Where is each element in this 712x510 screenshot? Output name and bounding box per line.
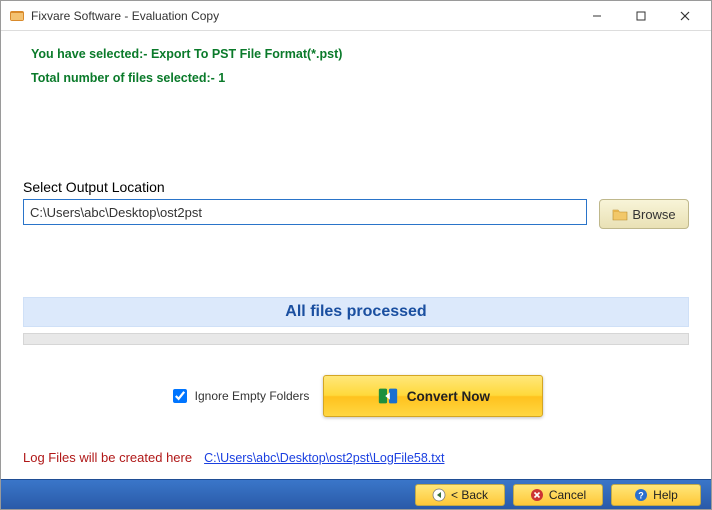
- selected-format-text: You have selected:- Export To PST File F…: [31, 47, 689, 61]
- status-message: All files processed: [23, 297, 689, 327]
- close-icon: [680, 11, 690, 21]
- progress-bar: [23, 333, 689, 345]
- log-file-link[interactable]: C:\Users\abc\Desktop\ost2pst\LogFile58.t…: [204, 451, 444, 465]
- browse-button[interactable]: Browse: [599, 199, 689, 229]
- maximize-icon: [636, 11, 646, 21]
- back-label: < Back: [451, 488, 488, 502]
- convert-now-button[interactable]: Convert Now: [323, 375, 543, 417]
- ignore-empty-checkbox[interactable]: Ignore Empty Folders: [169, 386, 310, 406]
- maximize-button[interactable]: [619, 2, 663, 30]
- output-location-label: Select Output Location: [23, 179, 689, 195]
- back-button[interactable]: < Back: [415, 484, 505, 506]
- folder-icon: [612, 207, 628, 221]
- help-icon: ?: [634, 488, 648, 502]
- cancel-button[interactable]: Cancel: [513, 484, 603, 506]
- window-title: Fixvare Software - Evaluation Copy: [31, 9, 219, 23]
- output-path-row: Browse: [23, 199, 689, 229]
- cancel-label: Cancel: [549, 488, 586, 502]
- file-count-text: Total number of files selected:- 1: [31, 71, 689, 85]
- ignore-empty-label: Ignore Empty Folders: [195, 389, 310, 403]
- minimize-icon: [592, 11, 602, 21]
- footer-bar: < Back Cancel ? Help: [1, 479, 711, 509]
- convert-icon: [377, 385, 399, 407]
- action-row: Ignore Empty Folders Convert Now: [23, 375, 689, 417]
- app-icon: [9, 8, 25, 24]
- cancel-icon: [530, 488, 544, 502]
- svg-text:?: ?: [638, 490, 644, 500]
- minimize-button[interactable]: [575, 2, 619, 30]
- close-button[interactable]: [663, 2, 707, 30]
- app-window: Fixvare Software - Evaluation Copy You h…: [0, 0, 712, 510]
- browse-label: Browse: [632, 207, 675, 222]
- log-label: Log Files will be created here: [23, 450, 192, 465]
- titlebar: Fixvare Software - Evaluation Copy: [1, 1, 711, 31]
- help-button[interactable]: ? Help: [611, 484, 701, 506]
- ignore-empty-input[interactable]: [173, 389, 187, 403]
- help-label: Help: [653, 488, 678, 502]
- log-row: Log Files will be created here C:\Users\…: [23, 450, 689, 465]
- convert-now-label: Convert Now: [407, 389, 490, 404]
- content-area: You have selected:- Export To PST File F…: [1, 31, 711, 479]
- output-path-input[interactable]: [23, 199, 587, 225]
- back-arrow-icon: [432, 488, 446, 502]
